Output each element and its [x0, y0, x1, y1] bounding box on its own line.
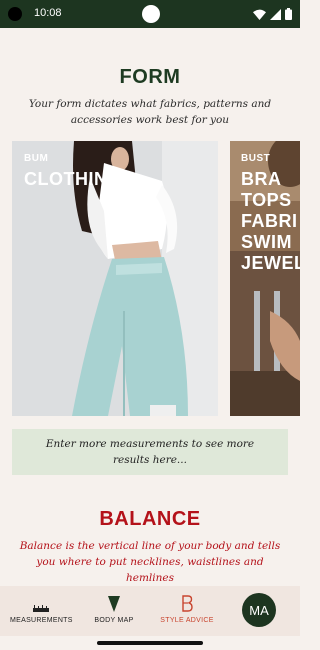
- camera-notch: [142, 5, 160, 23]
- nav-body-map-label: BODY MAP: [94, 617, 134, 624]
- status-icons: [253, 7, 292, 21]
- nav-style-advice-label: STYLE ADVICE: [160, 617, 214, 624]
- camera-cutout: [8, 7, 22, 21]
- status-bar: 10:08: [0, 0, 300, 28]
- battery-icon: [285, 8, 292, 20]
- nav-body-map[interactable]: BODY MAP: [88, 594, 140, 624]
- nav-measurements[interactable]: MEASUREMENTS: [10, 594, 72, 624]
- balance-section-title: BALANCE: [99, 508, 201, 530]
- profile-avatar[interactable]: MA: [242, 593, 276, 627]
- card-items-bum: CLOTHING: [24, 169, 122, 190]
- body-map-icon: [108, 596, 120, 612]
- nav-style-advice[interactable]: STYLE ADVICE: [158, 594, 216, 624]
- balance-section-subtitle: Balance is the vertical line of your bod…: [19, 540, 281, 584]
- card-items-bust: BRA TOPS FABRI SWIM JEWEL: [241, 169, 300, 274]
- form-section-subtitle: Your form dictates what fabrics, pattern…: [28, 98, 272, 126]
- signal-icon: [270, 8, 281, 20]
- card-item-swim: SWIM: [241, 232, 292, 252]
- form-section-title: FORM: [119, 66, 181, 88]
- home-indicator[interactable]: [97, 641, 203, 645]
- card-label-bust: BUST: [241, 153, 271, 164]
- card-item-fabrics: FABRI: [241, 211, 298, 231]
- bust-card[interactable]: BUST BRA TOPS FABRI SWIM JEWEL: [230, 141, 300, 416]
- more-measurements-message: Enter more measurements to see more resu…: [12, 429, 288, 475]
- nav-measurements-label: MEASUREMENTS: [10, 617, 73, 624]
- style-advice-icon: [182, 595, 193, 612]
- wifi-icon: [253, 9, 266, 20]
- ruler-icon: [33, 605, 49, 612]
- card-item-bra: BRA: [241, 169, 282, 189]
- card-label-bum: BUM: [24, 153, 49, 164]
- card-item-jewellery: JEWEL: [241, 253, 300, 273]
- card-item-tops: TOPS: [241, 190, 292, 210]
- card-item-clothing: CLOTHING: [24, 169, 122, 189]
- bum-clothing-card[interactable]: BUM CLOTHING: [12, 141, 218, 416]
- status-time: 10:08: [34, 7, 62, 19]
